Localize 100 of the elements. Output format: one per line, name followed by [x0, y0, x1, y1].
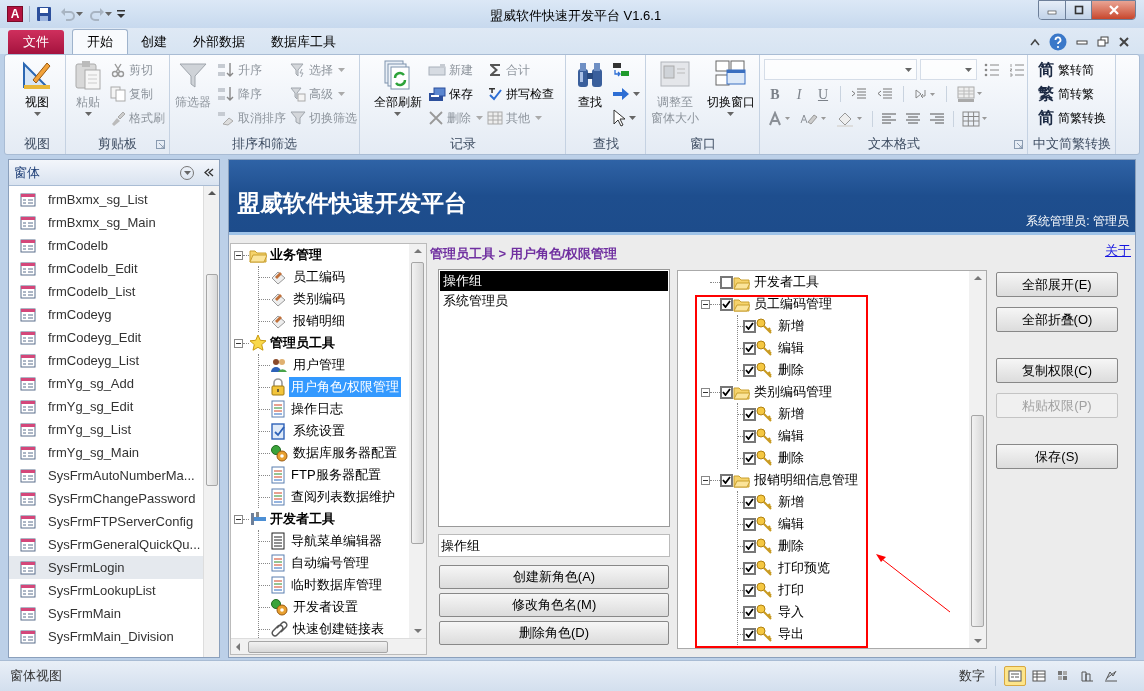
- tree-item[interactable]: 管理员工具: [269, 333, 336, 353]
- form-list-item[interactable]: frmCodelb_Edit: [9, 257, 203, 280]
- tree-item[interactable]: 查阅列表数据维护: [289, 487, 397, 507]
- ribbon-button[interactable]: 繁 简转繁: [1037, 83, 1106, 105]
- expander-icon[interactable]: [701, 299, 710, 309]
- expander-icon[interactable]: [234, 514, 243, 524]
- form-list-item[interactable]: SysFrmLookupList: [9, 579, 203, 602]
- form-list-item[interactable]: frmCodeyg_List: [9, 349, 203, 372]
- action-button[interactable]: 删除角色(D): [439, 621, 669, 645]
- action-button[interactable]: 复制权限(C): [996, 358, 1118, 383]
- form-list-item[interactable]: SysFrmGeneralQuickQu...: [9, 533, 203, 556]
- ribbon-button[interactable]: 拼写检查: [486, 83, 554, 105]
- checkbox[interactable]: [743, 561, 756, 575]
- ribbon-button[interactable]: 全部刷新: [371, 59, 424, 116]
- tree-item[interactable]: 编辑: [778, 338, 804, 358]
- tree-item[interactable]: FTP服务器配置: [289, 465, 383, 485]
- font-size-field[interactable]: [920, 59, 977, 80]
- action-button[interactable]: 全部折叠(O): [996, 307, 1118, 332]
- maximize-button[interactable]: [1065, 1, 1091, 19]
- format-button[interactable]: B: [768, 83, 782, 105]
- tree-item[interactable]: 导航菜单编辑器: [289, 531, 384, 551]
- ribbon-button[interactable]: 查找: [571, 59, 608, 110]
- tree-item[interactable]: 开发者工具: [269, 509, 336, 529]
- tree-item[interactable]: 导入: [778, 602, 804, 622]
- checkbox[interactable]: [743, 407, 756, 421]
- tree-item[interactable]: 员工编码管理: [754, 294, 832, 314]
- tree-item[interactable]: 操作日志: [289, 399, 345, 419]
- tree-item[interactable]: 自动编号管理: [289, 553, 371, 573]
- tree-item[interactable]: 系统设置: [291, 421, 347, 441]
- checkbox[interactable]: [720, 473, 733, 487]
- tree-item[interactable]: 类别编码: [291, 289, 347, 309]
- tree-item[interactable]: 类别编码管理: [754, 382, 832, 402]
- checkbox[interactable]: [743, 429, 756, 443]
- form-list-item[interactable]: frmYg_sg_Add: [9, 372, 203, 395]
- ribbon-button[interactable]: 简 繁转简: [1037, 59, 1106, 81]
- checkbox[interactable]: [720, 297, 733, 311]
- form-list-item[interactable]: frmYg_sg_Edit: [9, 395, 203, 418]
- form-list-item[interactable]: SysFrmMain_Division: [9, 625, 203, 648]
- role-name-field[interactable]: 操作组: [438, 534, 670, 557]
- form-list-item[interactable]: SysFrmAutoNumberMa...: [9, 464, 203, 487]
- role-list-item[interactable]: 系统管理员: [440, 291, 668, 311]
- form-list-item[interactable]: frmCodeyg_Edit: [9, 326, 203, 349]
- tree-item[interactable]: 数据库服务器配置: [291, 443, 399, 463]
- view-button[interactable]: [1004, 666, 1026, 686]
- form-list-item[interactable]: frmYg_sg_Main: [9, 441, 203, 464]
- tree-item[interactable]: 开发者工具: [754, 272, 819, 292]
- collapse-button[interactable]: [204, 168, 214, 177]
- checkbox[interactable]: [720, 385, 733, 399]
- tree-item[interactable]: 报销明细信息管理: [754, 470, 858, 490]
- tree-item[interactable]: 快速创建链接表: [291, 619, 386, 638]
- vertical-scrollbar[interactable]: [409, 244, 426, 638]
- form-list-item[interactable]: SysFrmLogin: [9, 556, 203, 579]
- format-button[interactable]: I: [792, 83, 806, 105]
- vertical-scrollbar[interactable]: [969, 271, 986, 648]
- tree-item[interactable]: 报销明细: [291, 311, 347, 331]
- tree-item[interactable]: 新增: [778, 492, 804, 512]
- ribbon-button[interactable]: 视图: [19, 59, 55, 116]
- form-list-item[interactable]: frmBxmx_sg_Main: [9, 211, 203, 234]
- checkbox[interactable]: [743, 341, 756, 355]
- form-list-item[interactable]: frmYg_sg_List: [9, 418, 203, 441]
- expander-icon[interactable]: [234, 338, 243, 348]
- tree-item[interactable]: 导出: [778, 624, 804, 644]
- ribbon-button[interactable]: 保存: [427, 83, 483, 105]
- tree-item[interactable]: 新增: [778, 404, 804, 424]
- close-button[interactable]: [1091, 1, 1135, 19]
- checkbox[interactable]: [743, 517, 756, 531]
- tree-item[interactable]: 新增: [778, 316, 804, 336]
- form-list-item[interactable]: frmCodelb: [9, 234, 203, 257]
- expander-icon[interactable]: [701, 475, 710, 485]
- form-list-item[interactable]: frmBxmx_sg_List: [9, 188, 203, 211]
- vertical-scrollbar[interactable]: [203, 186, 219, 657]
- file-tab[interactable]: 文件: [8, 30, 64, 54]
- checkbox[interactable]: [743, 583, 756, 597]
- form-list-item[interactable]: frmCodelb_List: [9, 280, 203, 303]
- form-list-item[interactable]: frmCodeyg: [9, 303, 203, 326]
- ribbon-tab[interactable]: 外部数据: [180, 30, 258, 54]
- format-button[interactable]: U: [816, 83, 830, 105]
- form-list-item[interactable]: SysFrmMain: [9, 602, 203, 625]
- checkbox[interactable]: [743, 539, 756, 553]
- ribbon-tab[interactable]: 开始: [72, 29, 128, 54]
- tree-item[interactable]: 打印: [778, 580, 804, 600]
- checkbox[interactable]: [743, 319, 756, 333]
- checkbox[interactable]: [743, 605, 756, 619]
- checkbox[interactable]: [720, 275, 733, 289]
- form-list-item[interactable]: SysFrmFTPServerConfig: [9, 510, 203, 533]
- tree-item[interactable]: 业务管理: [269, 245, 323, 265]
- tree-item[interactable]: 临时数据库管理: [289, 575, 384, 595]
- tree-item[interactable]: 删除: [778, 360, 804, 380]
- about-link[interactable]: 关于: [1105, 241, 1131, 261]
- checkbox[interactable]: [743, 363, 756, 377]
- font-name-field[interactable]: [764, 59, 918, 80]
- horizontal-scrollbar[interactable]: [231, 638, 426, 654]
- ribbon-tab[interactable]: 创建: [128, 30, 180, 54]
- expander-icon[interactable]: [701, 387, 710, 397]
- ribbon-button[interactable]: 简 简繁转换: [1037, 107, 1106, 129]
- tree-item[interactable]: 编辑: [778, 514, 804, 534]
- checkbox[interactable]: [743, 451, 756, 465]
- checkbox[interactable]: [743, 627, 756, 641]
- action-button[interactable]: 修改角色名(M): [439, 593, 669, 617]
- expander-icon[interactable]: [234, 250, 243, 260]
